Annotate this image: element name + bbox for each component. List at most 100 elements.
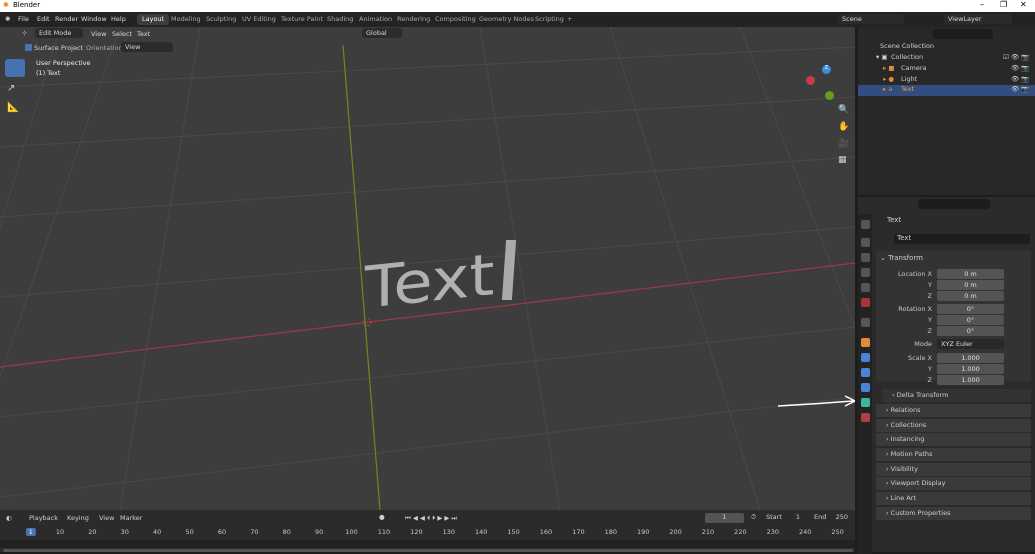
outliner-item-scene-collection[interactable]: Scene Collection xyxy=(858,42,1035,53)
frame-tick: 60 xyxy=(217,528,227,536)
outliner: Scene Collection ▾ ▣ Collection ☑ 👁 📷 ▸ ■ C… xyxy=(858,27,1035,195)
tab-material[interactable] xyxy=(861,413,870,422)
view-layer-selector[interactable]: ViewLayer xyxy=(944,14,1012,24)
tab-texture-paint[interactable]: Texture Paint xyxy=(276,14,328,25)
rotation-x-field[interactable]: 0° xyxy=(937,304,1004,314)
outliner-item-text[interactable]: ▸ a Text 👁 📷 xyxy=(858,85,1035,96)
current-frame-marker[interactable]: 1 xyxy=(25,528,36,536)
properties-search-input[interactable] xyxy=(918,199,990,209)
tab-constraints[interactable] xyxy=(861,383,870,392)
tab-collection[interactable] xyxy=(861,318,870,327)
view-name: User Perspective xyxy=(36,59,91,67)
tab-tool[interactable] xyxy=(861,220,870,229)
add-workspace-button[interactable]: + xyxy=(562,14,577,25)
cursor-tool-icon[interactable]: ↗ xyxy=(7,83,15,94)
tab-animation[interactable]: Animation xyxy=(354,14,397,25)
gizmo-x-axis[interactable] xyxy=(806,76,815,85)
tab-modeling[interactable]: Modeling xyxy=(166,14,206,25)
measure-tool-icon[interactable]: 📐 xyxy=(7,102,19,113)
location-y-field[interactable]: 0 m xyxy=(937,280,1004,290)
maximize-button[interactable]: ❐ xyxy=(1000,0,1007,9)
transform-orientation-selector[interactable]: Global xyxy=(362,28,402,38)
orientation-selector[interactable]: View xyxy=(121,42,173,52)
tab-world[interactable] xyxy=(861,298,870,307)
tab-scene[interactable] xyxy=(861,283,870,292)
scale-z-field[interactable]: 1.000 xyxy=(937,375,1004,385)
frame-tick: 180 xyxy=(604,528,618,536)
frame-ruler[interactable]: 1 10 20 30 40 50 60 70 80 90 100 110 120 130 140 150 160… xyxy=(0,510,855,540)
location-z-field[interactable]: 0 m xyxy=(937,291,1004,301)
outliner-item-camera[interactable]: ▸ ■ Camera 👁 📷 xyxy=(858,64,1035,75)
outliner-item-collection[interactable]: ▾ ▣ Collection ☑ 👁 📷 xyxy=(858,53,1035,64)
item-label: Camera xyxy=(901,64,927,72)
menu-file[interactable]: File xyxy=(18,15,29,23)
grid-view-icon[interactable]: ▦ xyxy=(838,155,847,165)
tab-view-layer[interactable] xyxy=(861,268,870,277)
select-tool-icon[interactable] xyxy=(5,59,25,77)
pan-hand-icon[interactable]: ✋ xyxy=(838,122,849,132)
menu-edit[interactable]: Edit xyxy=(37,15,50,23)
tab-render[interactable] xyxy=(861,238,870,247)
3d-viewport[interactable]: Text ⊹ Edit Mode View Select Text Global… xyxy=(0,27,855,510)
zoom-icon[interactable]: 🔍 xyxy=(838,105,849,115)
panel-line-art[interactable]: › Line Art xyxy=(876,492,1031,505)
gizmo-y-axis[interactable] xyxy=(825,91,834,100)
tab-text-data[interactable] xyxy=(861,398,870,407)
close-button[interactable]: ✕ xyxy=(1020,0,1027,9)
gizmo-z-axis[interactable]: Z xyxy=(822,65,831,74)
surface-project-checkbox[interactable] xyxy=(25,44,32,51)
panel-viewport-display[interactable]: › Viewport Display xyxy=(876,477,1031,490)
tab-layout[interactable]: Layout xyxy=(137,14,170,25)
blender-menu-icon[interactable]: ✺ xyxy=(5,15,10,23)
text-object[interactable]: Text xyxy=(365,242,494,322)
frame-tick: 160 xyxy=(539,528,553,536)
menu-help[interactable]: Help xyxy=(111,15,126,23)
annotation-arrow xyxy=(777,395,855,407)
frame-tick: 250 xyxy=(831,528,844,536)
tab-uv-editing[interactable]: UV Editing xyxy=(237,14,281,25)
rotation-y-field[interactable]: 0° xyxy=(937,315,1004,325)
location-x-field[interactable]: 0 m xyxy=(937,269,1004,279)
frame-tick: 220 xyxy=(734,528,747,536)
outliner-search-input[interactable] xyxy=(933,29,993,39)
title-bar: ✺ Blender – ❐ ✕ xyxy=(0,0,1035,12)
transform-header[interactable]: ⌄ Transform xyxy=(880,254,923,262)
rotation-mode-dropdown[interactable]: XYZ Euler xyxy=(937,339,1004,349)
panel-custom-properties[interactable]: › Custom Properties xyxy=(876,507,1031,520)
menu-window[interactable]: Window xyxy=(81,15,107,23)
panel-delta-transform[interactable]: › Delta Transform xyxy=(882,389,1031,402)
panel-label: Collections xyxy=(890,421,927,429)
frame-tick: 110 xyxy=(377,528,391,536)
tab-sculpting[interactable]: Sculpting xyxy=(201,14,241,25)
camera-view-icon[interactable]: 🎥 xyxy=(838,139,849,149)
menu-view[interactable]: View xyxy=(91,30,106,38)
scene-selector[interactable]: Scene xyxy=(838,14,904,24)
panel-visibility[interactable]: › Visibility xyxy=(876,463,1031,476)
tab-modifiers[interactable] xyxy=(861,353,870,362)
object-name-field[interactable]: Text xyxy=(894,234,1030,244)
timeline-track xyxy=(0,540,855,548)
panel-instancing[interactable]: › Instancing xyxy=(876,433,1031,446)
scale-x-field[interactable]: 1.000 xyxy=(937,353,1004,363)
tab-output[interactable] xyxy=(861,253,870,262)
panel-collections[interactable]: › Collections xyxy=(876,419,1031,432)
menu-select[interactable]: Select xyxy=(112,30,132,38)
frame-tick: 90 xyxy=(315,528,324,536)
editor-type-icon[interactable]: ⊹ xyxy=(22,29,27,37)
panel-relations[interactable]: › Relations xyxy=(876,404,1031,417)
window-title: Blender xyxy=(13,1,41,9)
properties-editor: Text Text ⌄ Transform Location X 0 m Y 0… xyxy=(858,195,1035,554)
tab-rendering[interactable]: Rendering xyxy=(392,14,435,25)
panel-motion-paths[interactable]: › Motion Paths xyxy=(876,448,1031,461)
scale-y-field[interactable]: 1.000 xyxy=(937,364,1004,374)
tab-physics[interactable] xyxy=(861,368,870,377)
tab-shading[interactable]: Shading xyxy=(322,14,358,25)
panel-label: Relations xyxy=(890,406,921,414)
item-label: Collection xyxy=(891,53,924,61)
menu-render[interactable]: Render xyxy=(55,15,78,23)
rotation-z-field[interactable]: 0° xyxy=(937,326,1004,336)
minimize-button[interactable]: – xyxy=(980,0,984,9)
menu-text[interactable]: Text xyxy=(137,30,150,38)
tab-object[interactable] xyxy=(861,338,870,347)
mode-selector[interactable]: Edit Mode xyxy=(35,28,83,38)
